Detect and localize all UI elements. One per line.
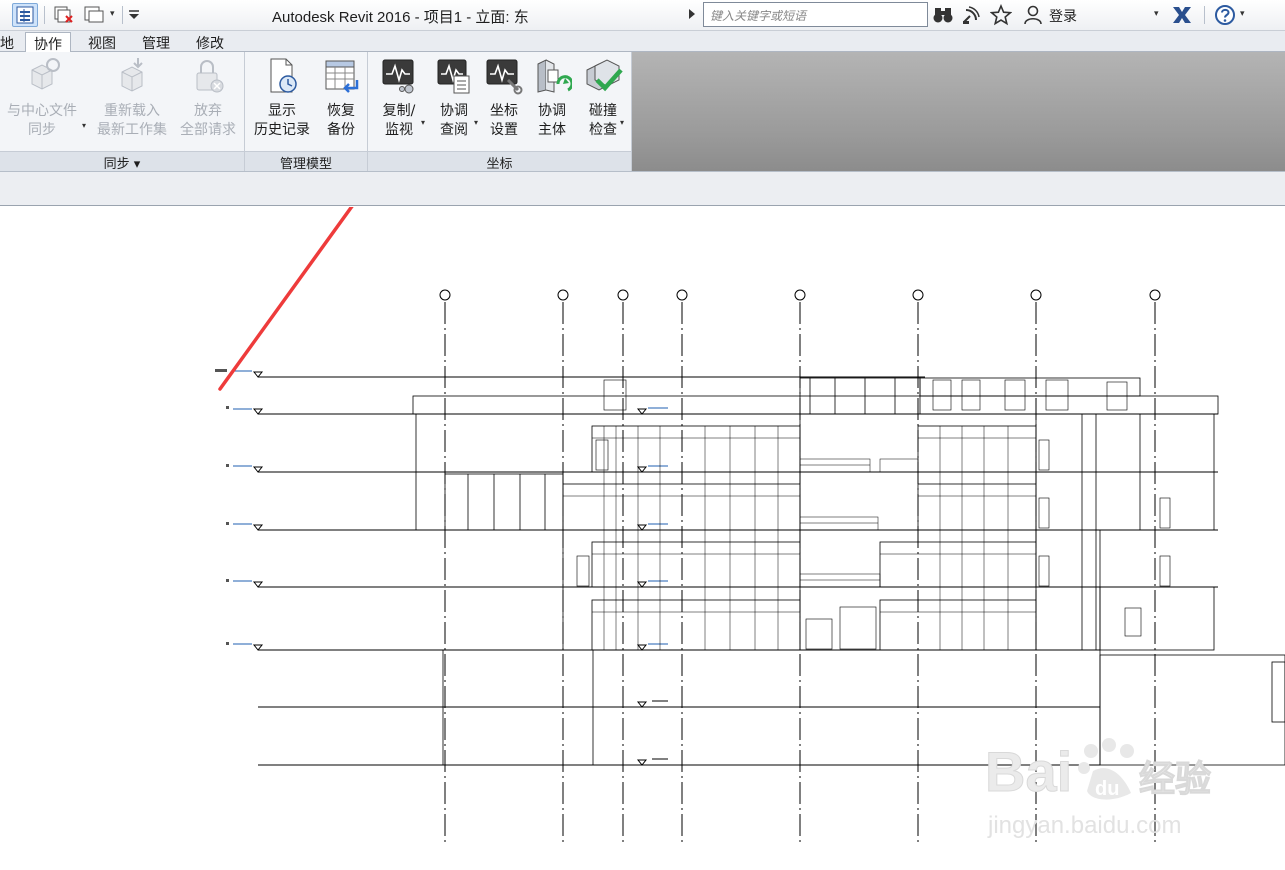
sync-central-button[interactable]: 与中心文件 同步 <box>2 56 82 140</box>
panel-title-manage-models: 管理模型 <box>245 151 367 172</box>
subscription-center-icon[interactable] <box>960 4 982 30</box>
copy-monitor-icon <box>382 59 414 94</box>
search-expand-icon[interactable] <box>688 8 696 20</box>
help-dropdown-icon[interactable]: ▾ <box>1240 9 1245 19</box>
svg-text:Bai: Bai <box>985 740 1072 803</box>
switch-windows-icon[interactable] <box>12 3 38 27</box>
show-history-icon <box>270 58 297 93</box>
reload-latest-button[interactable]: 重新载入 最新工作集 <box>92 56 172 140</box>
watermark-url: jingyan.baidu.com <box>988 812 1182 839</box>
copy-monitor-button[interactable]: 复制/ 监视 <box>374 56 424 140</box>
favorites-star-icon[interactable] <box>989 3 1013 30</box>
help-icon[interactable] <box>1214 4 1238 30</box>
panel-coordinate: 复制/ 监视 ▾ 协调 查阅 ▾ 坐标 设置 协调 主体 碰撞 检查 ▾ 坐标 <box>368 52 632 172</box>
restore-backup-icon <box>325 60 359 93</box>
options-bar <box>0 172 1285 206</box>
interference-check-button[interactable]: 碰撞 检查 <box>579 56 627 140</box>
panel-title-synchronize[interactable]: 同步 ▾ <box>0 151 244 172</box>
grid-line <box>676 289 688 845</box>
panel-title-coordinate: 坐标 <box>368 151 631 172</box>
relinquish-all-icon <box>196 60 224 93</box>
tab-site[interactable]: 地 <box>0 32 22 52</box>
window-title: Autodesk Revit 2016 - 项目1 - 立面: 东 <box>272 9 529 26</box>
tab-collaborate[interactable]: 协作 <box>25 32 71 53</box>
user-icon[interactable] <box>1022 4 1044 30</box>
sync-central-icon <box>31 58 60 90</box>
tab-modify[interactable]: 修改 <box>188 32 232 52</box>
binoculars-icon[interactable] <box>932 4 954 30</box>
close-hidden-windows-icon[interactable] <box>52 3 78 27</box>
sign-in-label[interactable]: 登录 <box>1049 6 1077 26</box>
copy-monitor-dropdown-icon[interactable]: ▾ <box>421 118 425 127</box>
title-bar: ▾ Autodesk Revit 2016 - 项目1 - 立面: 东 键入关键… <box>0 0 1285 31</box>
annotation-arrow <box>218 207 354 391</box>
coordination-review-icon <box>437 59 470 94</box>
grid-line <box>439 289 451 845</box>
interference-check-dropdown-icon[interactable]: ▾ <box>620 118 624 127</box>
tile-dropdown-icon[interactable]: ▾ <box>110 9 115 19</box>
tile-windows-icon[interactable] <box>82 3 108 27</box>
exchange-apps-icon[interactable] <box>1170 4 1194 30</box>
panel-synchronize: 与中心文件 同步 ▾ 重新载入 最新工作集 放弃 全部请求 同步 ▾ <box>0 52 245 172</box>
search-input[interactable]: 键入关键字或短语 <box>703 2 928 27</box>
restore-backup-button[interactable]: 恢复 备份 <box>317 56 365 140</box>
customize-toolbar-icon[interactable] <box>127 7 141 26</box>
coordination-review-button[interactable]: 协调 查阅 <box>431 56 477 140</box>
sync-dropdown-icon[interactable]: ▾ <box>82 121 86 130</box>
show-history-button[interactable]: 显示 历史记录 <box>249 56 315 140</box>
coordination-review-dropdown-icon[interactable]: ▾ <box>474 118 478 127</box>
coordination-settings-button[interactable]: 坐标 设置 <box>481 56 527 140</box>
grid-line <box>912 289 924 845</box>
building-elevation <box>412 377 1285 766</box>
svg-text:du: du <box>1095 778 1119 800</box>
ribbon-tabs: 地 协作 视图 管理 修改 <box>0 31 1285 80</box>
coordination-settings-icon <box>486 59 523 95</box>
tab-manage[interactable]: 管理 <box>134 32 178 52</box>
svg-text:经验: 经验 <box>1139 759 1211 800</box>
relinquish-all-button[interactable]: 放弃 全部请求 <box>174 56 242 140</box>
interference-check-icon <box>586 59 623 92</box>
ribbon-body: 与中心文件 同步 ▾ 重新载入 最新工作集 放弃 全部请求 同步 ▾ 显示 历史… <box>0 52 1285 172</box>
sign-in-dropdown-icon[interactable]: ▾ <box>1154 9 1159 19</box>
baidu-watermark-logo: Bai du 经验 <box>985 738 1212 804</box>
coordination-model-button[interactable]: 协调 主体 <box>529 56 575 140</box>
level-markers <box>215 369 668 766</box>
grid-line <box>617 289 629 845</box>
ribbon-empty-area <box>632 52 1285 171</box>
reload-latest-icon <box>121 58 143 92</box>
windows <box>576 379 1171 650</box>
railings <box>799 458 919 588</box>
revit-window: ▾ Autodesk Revit 2016 - 项目1 - 立面: 东 键入关键… <box>0 0 1285 870</box>
panel-manage-models: 显示 历史记录 恢复 备份 管理模型 <box>245 52 368 172</box>
coordination-model-icon <box>537 59 572 93</box>
tab-view[interactable]: 视图 <box>80 32 124 52</box>
